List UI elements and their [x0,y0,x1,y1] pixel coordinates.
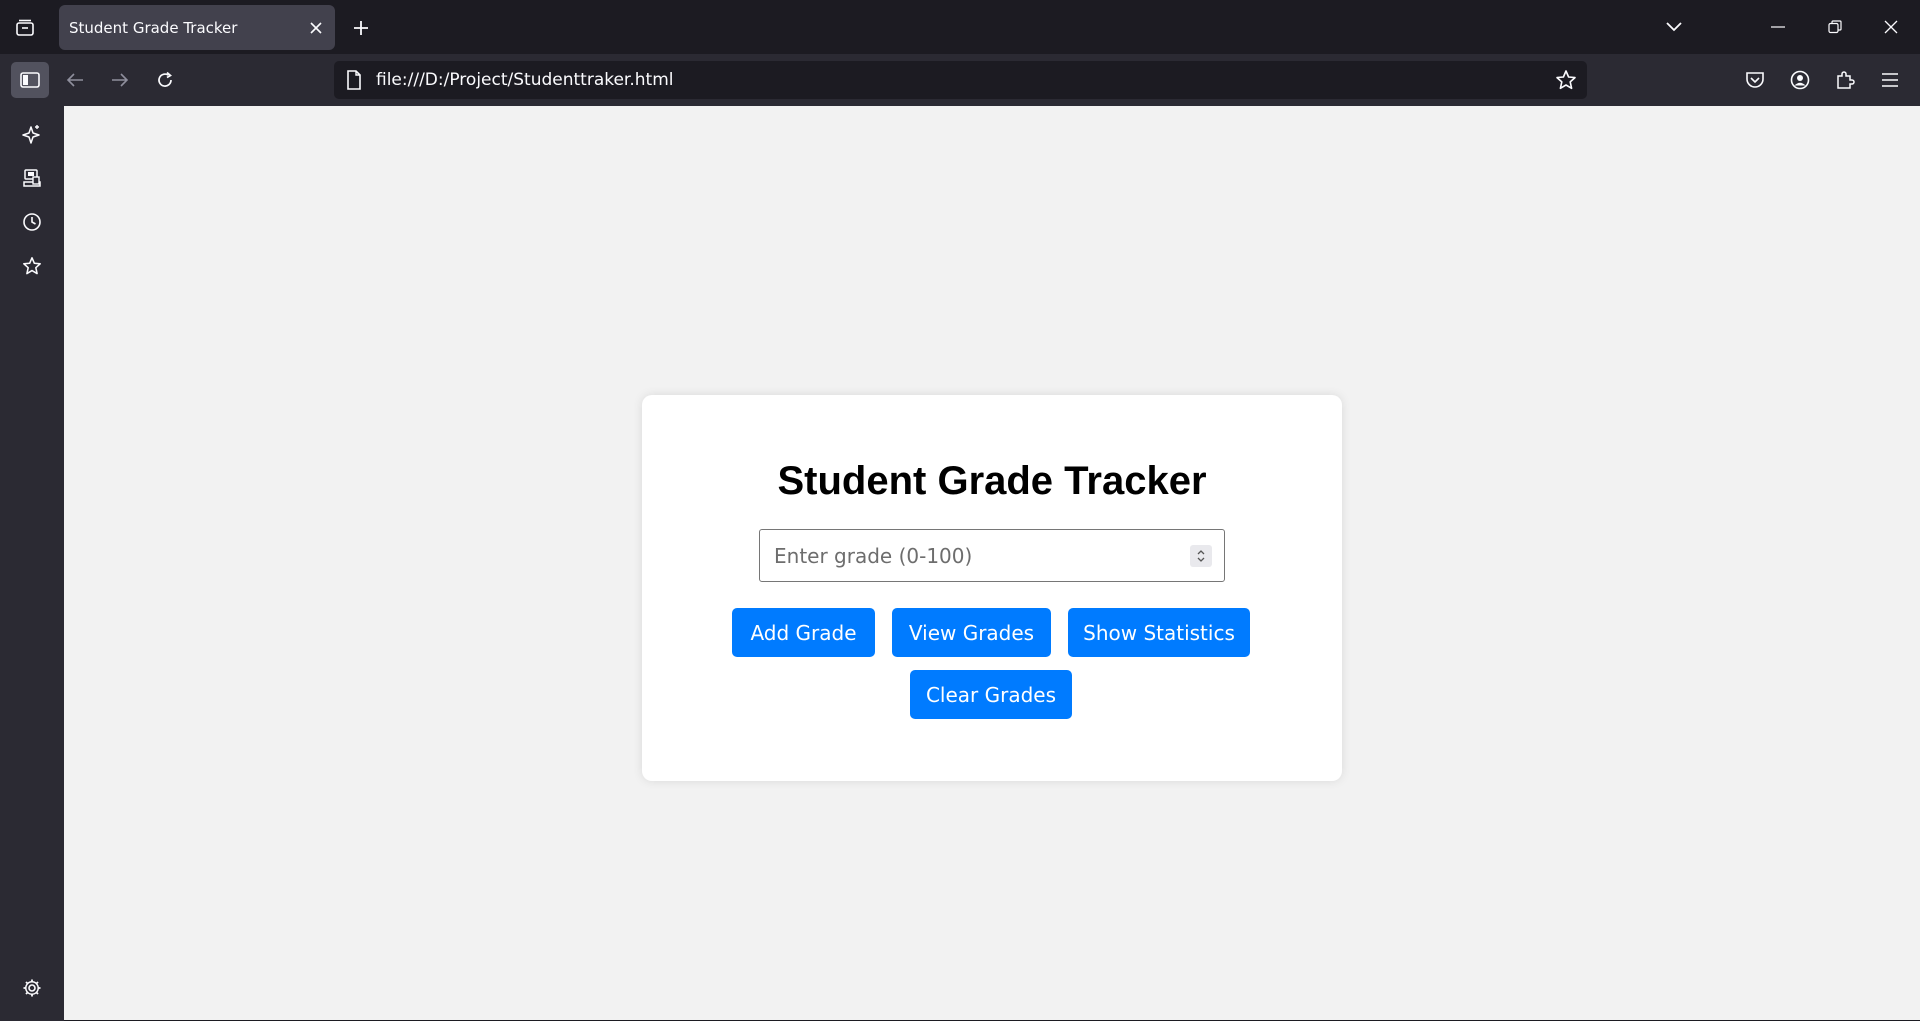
grade-input[interactable] [760,530,1180,581]
sidebar-settings-button[interactable] [13,970,51,1006]
number-spinner[interactable] [1190,545,1212,567]
hamburger-menu-icon [1882,73,1898,87]
history-icon [23,213,41,231]
pocket-button[interactable] [1736,62,1774,98]
sidebar-item-history[interactable] [13,204,51,240]
close-icon [1884,20,1898,34]
close-tab-button[interactable] [305,17,327,39]
active-tab[interactable]: Student Grade Tracker [59,5,335,50]
gear-icon [23,979,41,997]
view-grades-button[interactable]: View Grades [892,608,1051,657]
page-title: Student Grade Tracker [777,459,1207,503]
account-icon [1790,70,1810,90]
page-content: Student Grade Tracker Add Grade View Gra… [64,106,1920,1020]
star-icon[interactable] [1555,69,1577,91]
extensions-button[interactable] [1826,62,1864,98]
show-statistics-button[interactable]: Show Statistics [1068,608,1250,657]
page-icon [347,70,361,90]
new-tab-button[interactable] [344,12,378,44]
list-all-tabs-button[interactable] [1654,8,1694,46]
chevron-down-icon [1666,22,1682,32]
minimize-button[interactable] [1758,8,1798,46]
back-arrow-icon [66,73,83,87]
sidebar-item-synced-tabs[interactable] [13,160,51,196]
clear-grades-button[interactable]: Clear Grades [910,670,1072,719]
close-icon [310,22,322,34]
tab-list-icon [16,19,34,36]
tab-list-button[interactable] [8,12,42,44]
url-text: file:///D:/Project/Studenttraker.html [376,70,674,90]
spinner-arrows-icon [1197,550,1205,562]
forward-button[interactable] [101,62,139,98]
tab-title: Student Grade Tracker [69,18,238,37]
back-button[interactable] [56,62,94,98]
grade-input-wrapper[interactable] [759,529,1225,582]
close-window-button[interactable] [1871,8,1911,46]
forward-arrow-icon [112,73,129,87]
restore-button[interactable] [1815,8,1855,46]
reload-button[interactable] [146,62,184,98]
minimize-icon [1771,26,1785,28]
url-bar[interactable]: file:///D:/Project/Studenttraker.html [334,61,1587,99]
synced-tabs-icon [23,169,41,187]
grade-tracker-card: Student Grade Tracker Add Grade View Gra… [642,395,1342,781]
sidebar-icon [20,72,40,88]
plus-icon [354,21,368,35]
puzzle-icon [1837,71,1855,89]
browser-sidebar [0,106,64,1021]
sidebar-item-bookmarks[interactable] [13,248,51,284]
pocket-icon [1746,72,1764,88]
sidebar-toggle-button[interactable] [11,62,49,98]
app-menu-button[interactable] [1871,62,1909,98]
ai-sparkle-icon [22,125,40,144]
tab-strip: Student Grade Tracker [0,0,1920,54]
navigation-toolbar: file:///D:/Project/Studenttraker.html [0,54,1920,106]
bookmarks-star-icon [23,257,41,275]
sidebar-item-ai-chatbot[interactable] [13,116,51,152]
add-grade-button[interactable]: Add Grade [732,608,875,657]
account-button[interactable] [1781,62,1819,98]
restore-icon [1828,20,1842,34]
reload-icon [158,71,172,87]
